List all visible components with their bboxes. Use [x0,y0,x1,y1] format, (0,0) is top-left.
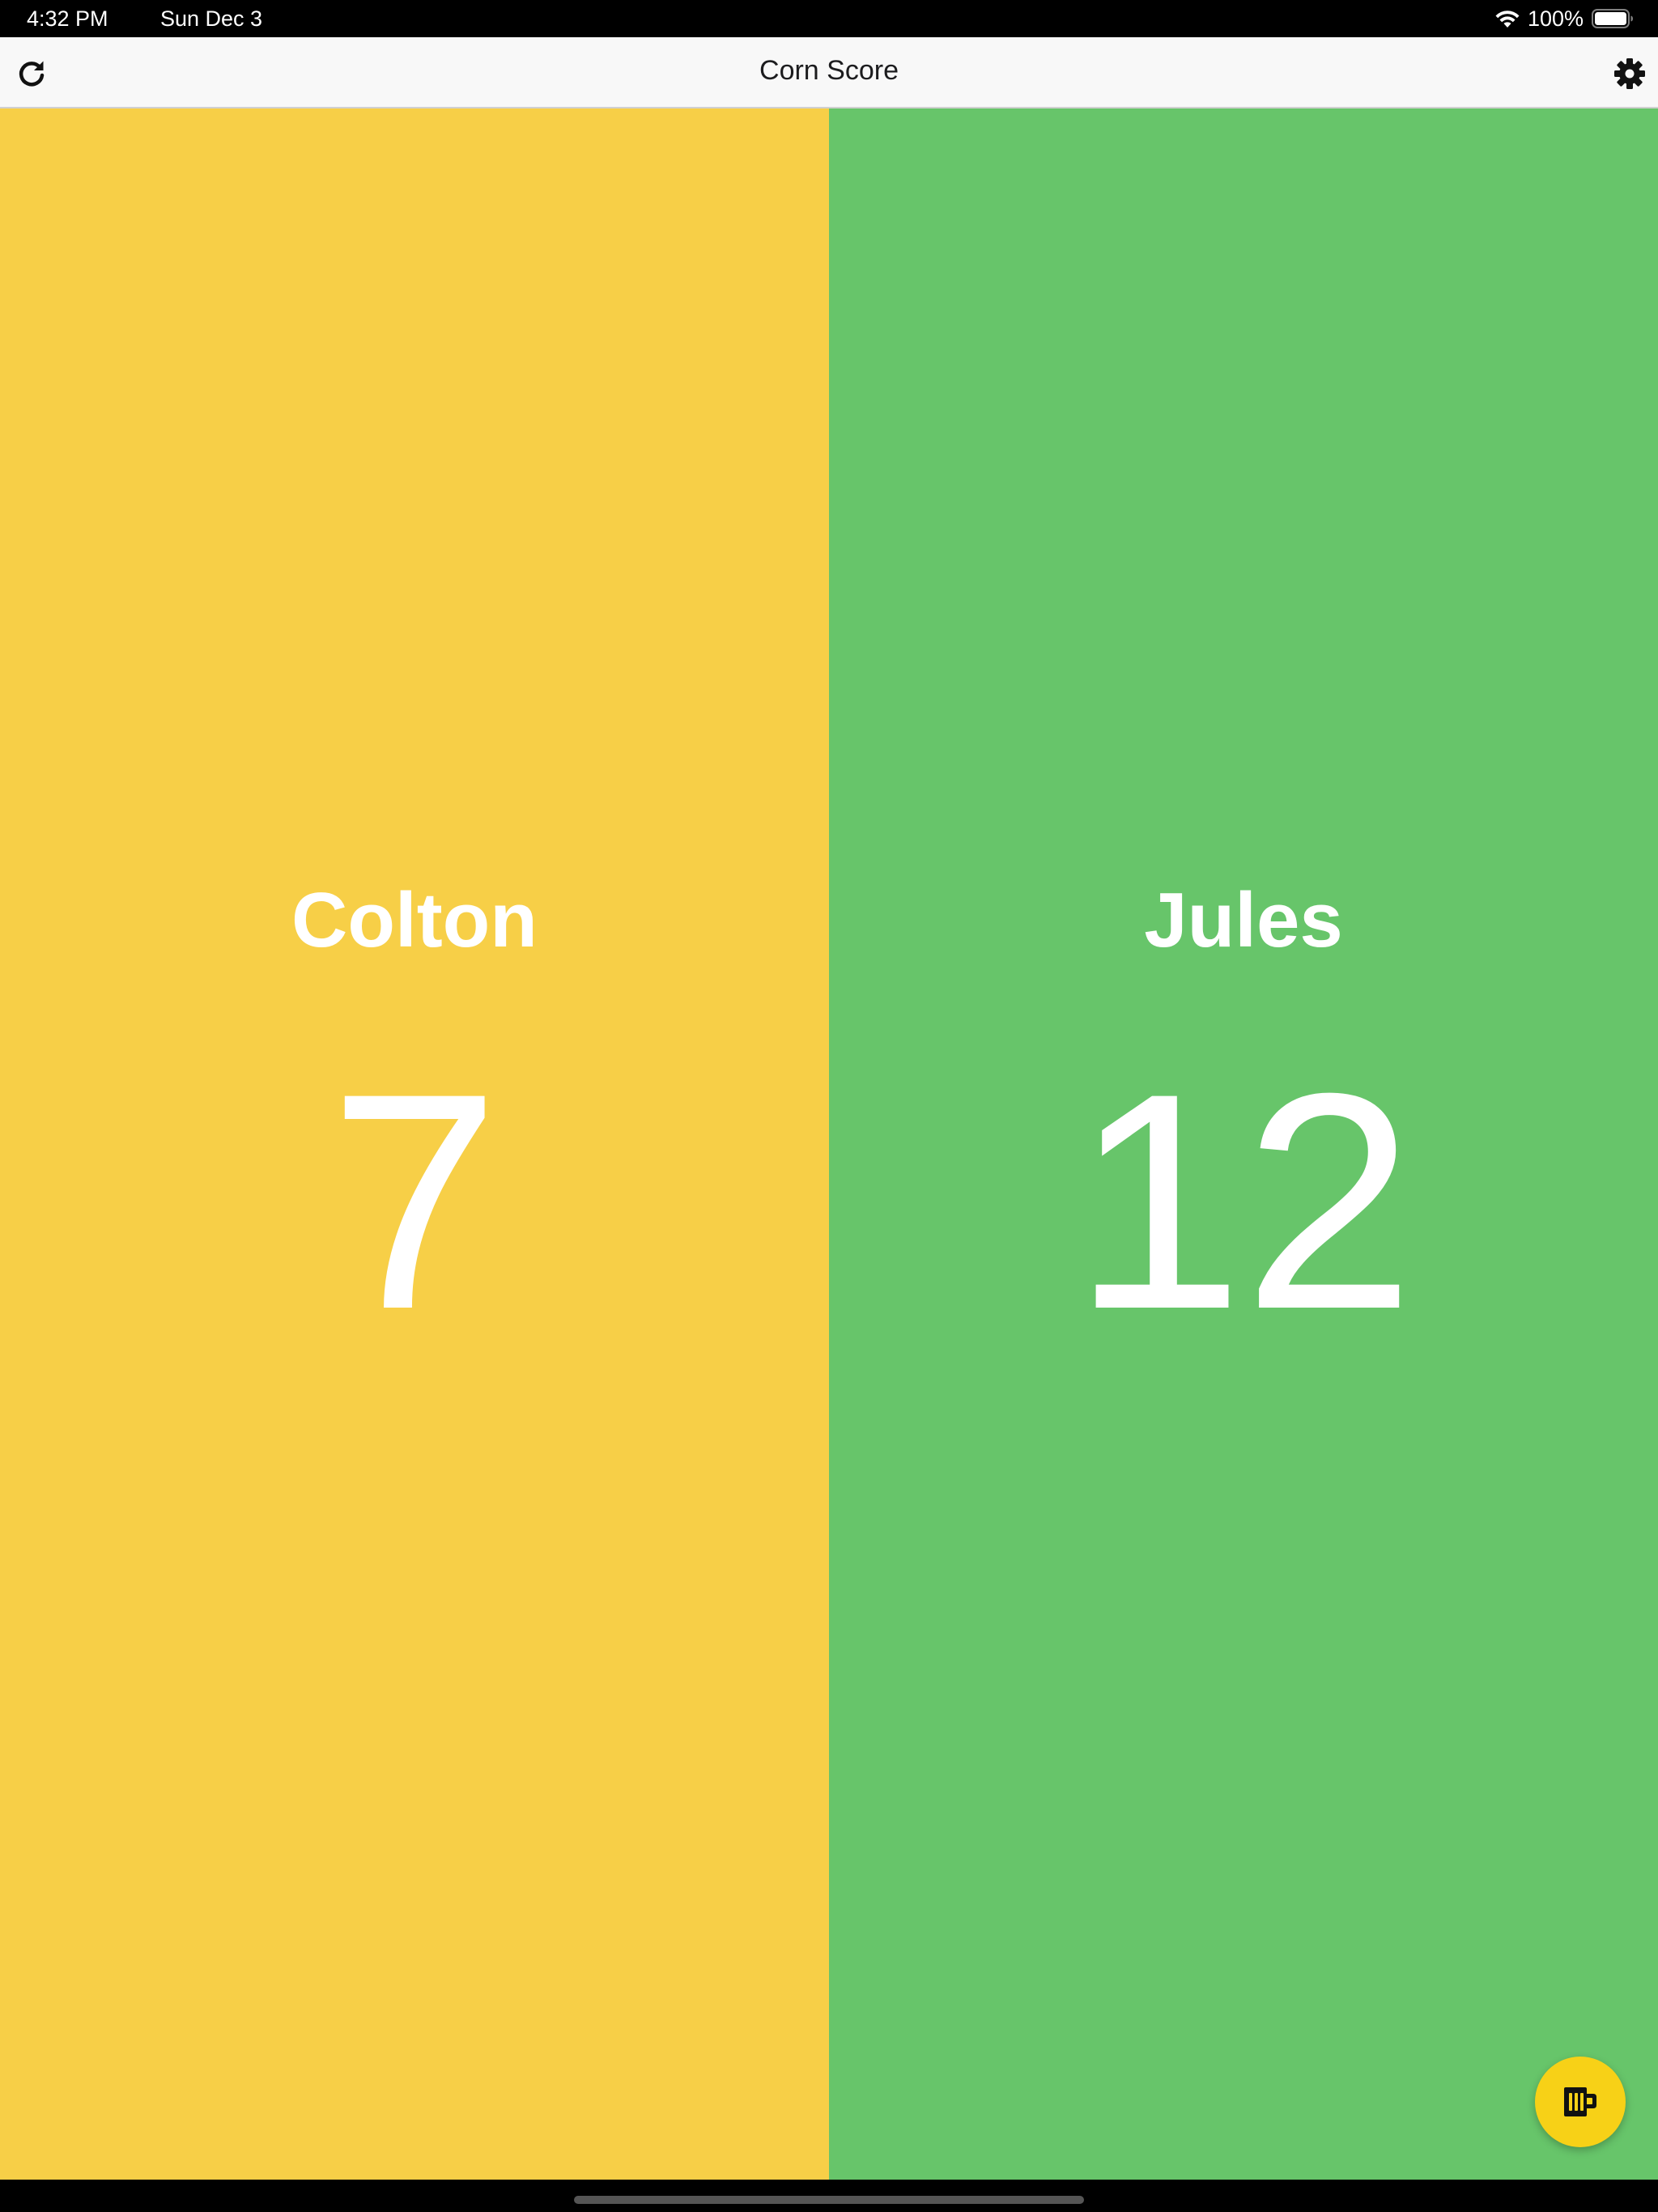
player-score: 7 [329,1029,500,1373]
home-indicator-area [0,2180,1658,2212]
page-title: Corn Score [759,55,899,86]
player-score: 12 [1072,1029,1415,1373]
battery-icon [1592,9,1633,28]
screen: 4:32 PM Sun Dec 3 100% Corn Score Colton… [0,0,1658,2212]
player-panel-right[interactable]: Jules 12 [829,108,1658,2180]
player-name: Colton [291,877,538,963]
navigation-bar: Corn Score [0,37,1658,108]
status-time: 4:32 PM [27,6,108,31]
player-panel-left[interactable]: Colton 7 [0,108,829,2180]
settings-button[interactable] [1609,53,1650,94]
home-indicator[interactable] [574,2196,1084,2204]
player-name: Jules [1144,877,1343,963]
beer-mug-icon [1564,2087,1596,2116]
battery-percent: 100% [1527,6,1584,31]
score-panels: Colton 7 Jules 12 [0,108,1658,2180]
beer-button[interactable] [1535,2057,1626,2147]
status-date: Sun Dec 3 [160,6,263,31]
gear-icon [1614,58,1645,89]
status-bar: 4:32 PM Sun Dec 3 100% [0,0,1658,37]
status-indicators: 100% [1494,5,1634,32]
wifi-icon [1495,11,1520,28]
